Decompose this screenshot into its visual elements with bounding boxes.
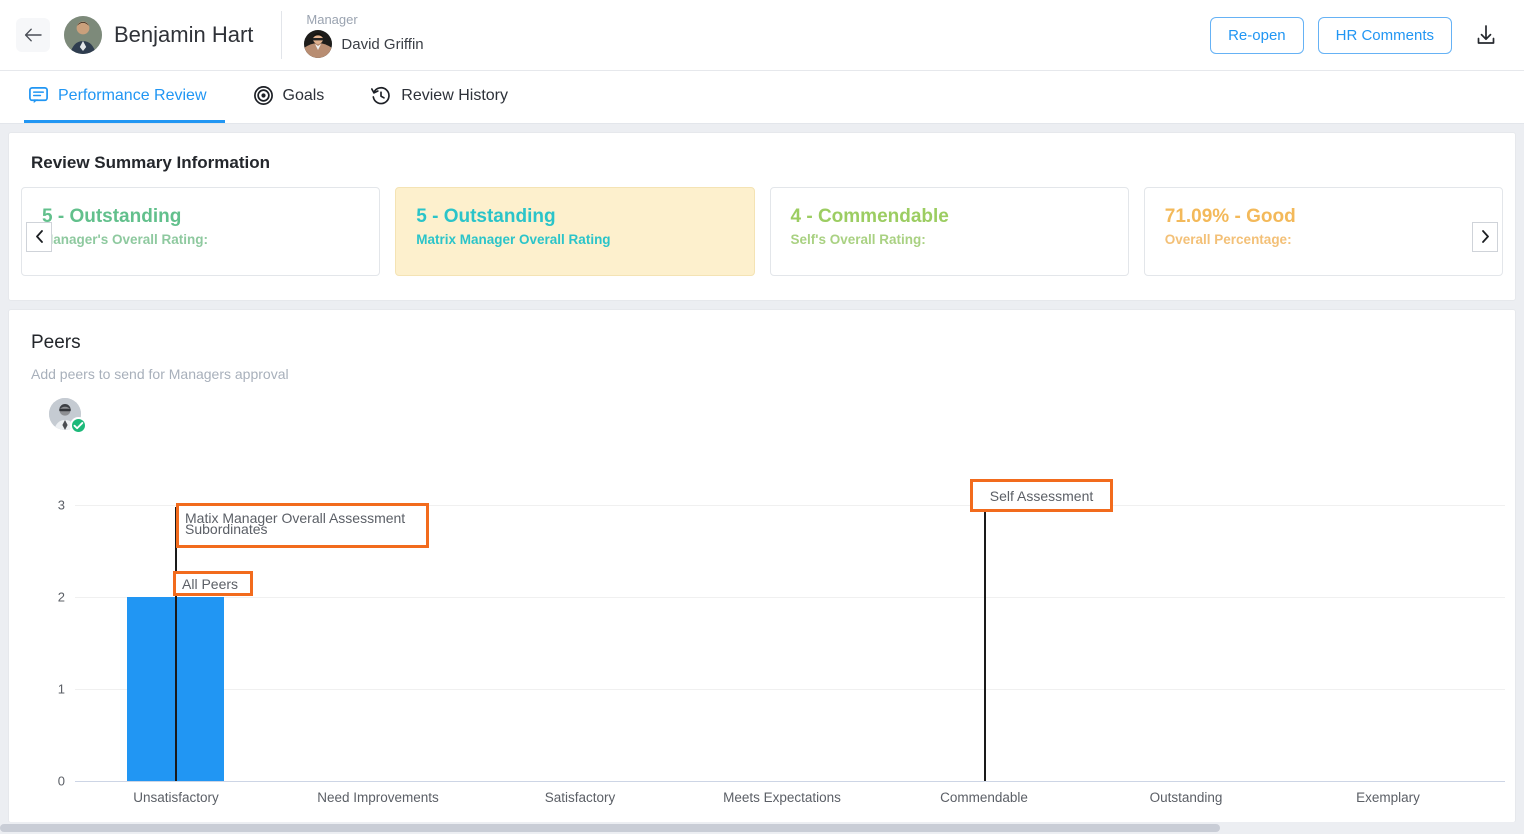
summary-card-manager-rating[interactable]: 5 - Outstanding Manager's Overall Rating… <box>21 187 381 276</box>
card-value: 4 - Commendable <box>790 206 949 227</box>
tab-bar: Performance Review Goals Review History <box>0 71 1524 124</box>
download-icon[interactable] <box>1474 23 1498 47</box>
card-value: 71.09% - Good <box>1164 206 1296 227</box>
tab-review-history[interactable]: Review History <box>366 71 526 123</box>
peers-subtitle: Add peers to send for Managers approval <box>31 366 289 382</box>
x-tick-label: Meets Expectations <box>723 790 841 805</box>
comment-icon <box>28 85 49 106</box>
tab-label: Review History <box>401 86 508 104</box>
app-page: Benjamin Hart Manager David Griffin Re-o… <box>0 0 1524 834</box>
hr-comments-button[interactable]: HR Comments <box>1317 16 1452 54</box>
gridline-2 <box>75 597 1505 598</box>
chevron-left-icon <box>35 230 43 243</box>
page-header: Benjamin Hart Manager David Griffin Re-o… <box>0 0 1524 71</box>
summary-card-overall-percentage[interactable]: 71.09% - Good Overall Percentage: <box>1143 187 1503 276</box>
peers-list <box>9 382 1515 452</box>
axis-baseline <box>75 781 1505 782</box>
page-title: Review Summary Information <box>31 153 271 172</box>
peers-heading: Peers <box>31 332 81 353</box>
y-tick-label: 1 <box>57 681 65 697</box>
card-caption: Manager's Overall Rating: <box>42 232 209 247</box>
annotation-label: Self Assessment <box>989 487 1094 504</box>
annotation-matrix-manager[interactable]: Matix Manager Overall Assessment Subordi… <box>176 503 429 548</box>
summary-card-matrix-manager-rating[interactable]: 5 - Outstanding Matrix Manager Overall R… <box>395 187 755 276</box>
y-tick-label: 0 <box>57 773 65 789</box>
target-icon <box>253 85 274 106</box>
y-tick-label: 2 <box>57 589 65 605</box>
reopen-button[interactable]: Re-open <box>1210 16 1304 54</box>
review-summary-panel: Review Summary Information 5 - Outstandi… <box>8 132 1516 301</box>
manager-name: David Griffin <box>341 35 424 53</box>
x-tick-label: Exemplary <box>1356 790 1420 805</box>
peers-panel: Peers Add peers to send for Managers app… <box>8 309 1516 823</box>
arrow-left-icon <box>24 28 42 42</box>
manager-block: Manager David Griffin <box>304 12 424 58</box>
employee-name: Benjamin Hart <box>114 22 254 47</box>
manager-avatar <box>304 30 333 58</box>
marker-line-matrix-manager <box>175 507 177 781</box>
ratings-chart: 3 2 1 0 Matix Manager Overall Assessment… <box>9 452 1515 822</box>
gridline-1 <box>75 689 1505 690</box>
summary-cards-carousel: 5 - Outstanding Manager's Overall Rating… <box>9 173 1515 300</box>
employee-avatar <box>64 16 102 54</box>
card-value: 5 - Outstanding <box>42 206 182 227</box>
horizontal-scrollbar[interactable] <box>0 822 1524 834</box>
card-value: 5 - Outstanding <box>416 206 556 227</box>
chevron-right-icon <box>1481 230 1489 243</box>
employee-block: Benjamin Hart <box>64 16 253 54</box>
manager-label: Manager <box>306 12 358 27</box>
list-item[interactable] <box>49 398 87 434</box>
x-tick-label: Need Improvements <box>317 790 439 805</box>
annotation-self-assessment[interactable]: Self Assessment <box>970 479 1113 512</box>
carousel-next-button[interactable] <box>1472 221 1498 252</box>
scrollbar-thumb[interactable] <box>0 824 1220 832</box>
summary-cards: 5 - Outstanding Manager's Overall Rating… <box>21 187 1503 276</box>
annotation-label: All Peers <box>182 575 239 592</box>
annotation-label-secondary: Subordinates <box>185 521 268 537</box>
tab-performance-review[interactable]: Performance Review <box>24 71 225 123</box>
tab-label: Goals <box>282 86 325 104</box>
card-caption: Matrix Manager Overall Rating <box>416 232 611 247</box>
marker-line-self-assessment <box>984 496 986 781</box>
annotation-all-peers[interactable]: All Peers <box>173 571 253 596</box>
carousel-prev-button[interactable] <box>26 221 52 252</box>
check-circle-icon <box>70 417 87 434</box>
x-tick-label: Outstanding <box>1149 790 1223 805</box>
x-tick-label: Commendable <box>940 790 1028 805</box>
card-caption: Overall Percentage: <box>1164 232 1292 247</box>
header-divider <box>281 11 283 59</box>
chart-plot-area: 3 2 1 0 Matix Manager Overall Assessment… <box>9 452 1515 822</box>
x-tick-label: Unsatisfactory <box>133 790 219 805</box>
history-clock-icon <box>370 85 392 107</box>
tab-label: Performance Review <box>58 86 207 104</box>
card-caption: Self's Overall Rating: <box>790 232 926 247</box>
y-tick-label: 3 <box>57 497 65 513</box>
tab-goals[interactable]: Goals <box>249 71 343 123</box>
back-button[interactable] <box>16 18 50 52</box>
summary-card-self-rating[interactable]: 4 - Commendable Self's Overall Rating: <box>769 187 1129 276</box>
x-tick-label: Satisfactory <box>544 790 616 805</box>
